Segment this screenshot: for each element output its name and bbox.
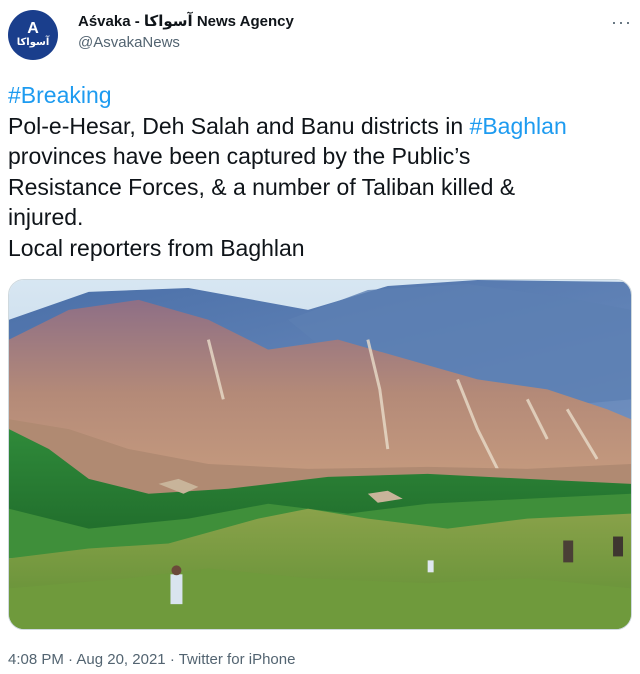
tweet-header: A آسواکا Aśvaka - آسواکا News Agency @As… <box>8 8 632 64</box>
tweet-time[interactable]: 4:08 PM <box>8 651 64 668</box>
tweet-line: Resistance Forces, & a number of Taliban… <box>8 173 516 200</box>
tweet-meta: 4:08 PM · Aug 20, 2021 · Twitter for iPh… <box>8 651 295 668</box>
tweet-text: #Breaking Pol-e-Hesar, Deh Salah and Ban… <box>8 80 632 263</box>
author-info: Aśvaka - آسواکا News Agency @AsvakaNews <box>78 12 294 51</box>
tweet-line: Pol-e-Hesar, Deh Salah and Banu district… <box>8 111 632 142</box>
hashtag-breaking[interactable]: #Breaking <box>8 80 632 111</box>
mountain-valley-image <box>9 280 631 629</box>
avatar-logo-text: آسواکا <box>16 37 50 48</box>
hashtag-baghlan[interactable]: #Baghlan <box>470 113 567 139</box>
avatar[interactable]: A آسواکا <box>8 10 58 60</box>
display-name[interactable]: Aśvaka - آسواکا News Agency <box>78 12 294 30</box>
tweet-photo[interactable] <box>8 279 632 630</box>
tweet-line-text: Pol-e-Hesar, Deh Salah and Banu district… <box>8 112 470 139</box>
tweet-source[interactable]: Twitter for iPhone <box>179 651 296 668</box>
avatar-logo-mark: A <box>27 20 39 37</box>
more-options-icon[interactable]: ··· <box>611 12 632 33</box>
account-handle[interactable]: @AsvakaNews <box>78 34 294 51</box>
tweet-date[interactable]: Aug 20, 2021 <box>76 651 165 668</box>
meta-separator: · <box>68 651 74 668</box>
tweet-line: Local reporters from Baghlan <box>8 234 305 261</box>
meta-separator: · <box>169 651 175 668</box>
tweet-line: injured. <box>8 204 84 230</box>
person-figure <box>170 565 183 605</box>
tweet-line: provinces have been captured by the Publ… <box>8 143 471 169</box>
